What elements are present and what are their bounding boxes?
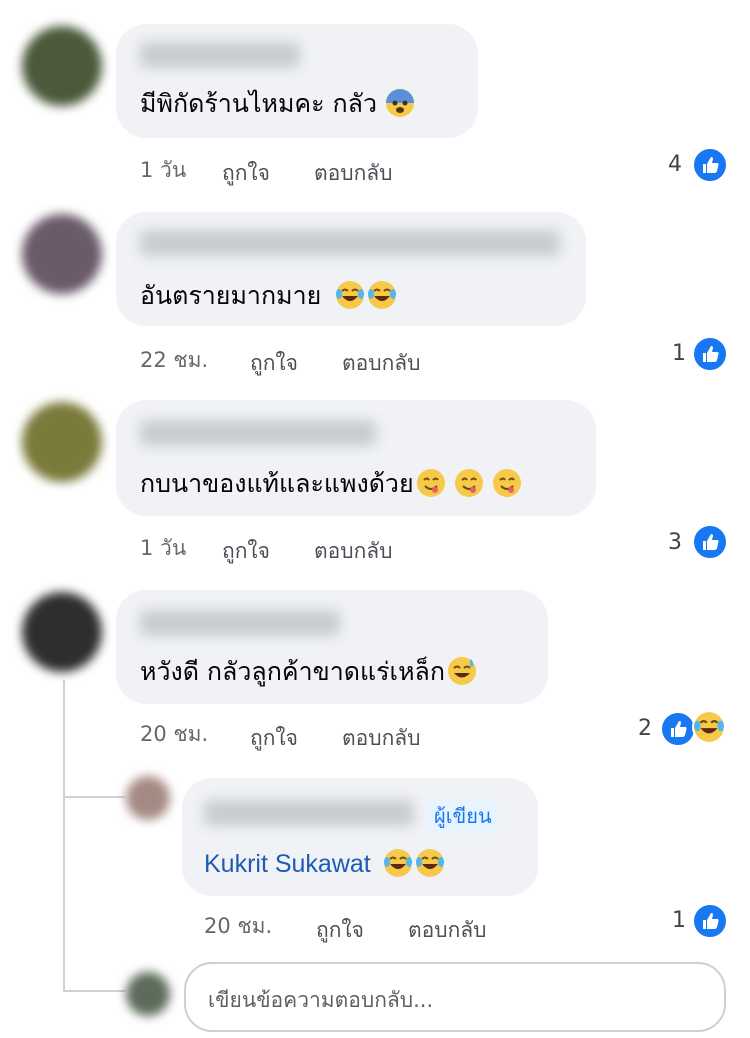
commenter-name[interactable] [140, 42, 300, 68]
reply-text: Kukrit Sukawat [204, 848, 445, 879]
reply-button[interactable]: ตอบกลับ [342, 347, 421, 380]
comment-time: 20 ชม. [140, 722, 209, 746]
like-button[interactable]: ถูกใจ [222, 157, 270, 190]
like-reaction-icon[interactable] [692, 524, 728, 560]
reaction-count[interactable]: 3 [668, 530, 682, 555]
reply-button[interactable]: ตอบกลับ [408, 914, 487, 947]
laughing-face-icon [367, 280, 397, 310]
like-button[interactable]: ถูกใจ [250, 347, 298, 380]
laughing-face-icon [383, 848, 413, 878]
avatar [126, 972, 170, 1016]
yum-face-icon [492, 468, 522, 498]
laughing-reaction-icon[interactable] [692, 710, 726, 744]
like-reaction-icon[interactable] [660, 711, 696, 747]
reply-time: 20 ชม. [204, 914, 273, 938]
thread-line [63, 680, 65, 992]
avatar[interactable] [22, 402, 102, 482]
commenter-name[interactable] [140, 230, 560, 256]
mention-link[interactable]: Kukrit Sukawat [204, 850, 371, 878]
like-button[interactable]: ถูกใจ [250, 722, 298, 755]
commenter-name[interactable] [140, 610, 340, 636]
thread-branch-reply [63, 796, 125, 798]
avatar[interactable] [22, 214, 102, 294]
comment-time: 22 ชม. [140, 348, 209, 372]
like-reaction-icon[interactable] [692, 336, 728, 372]
yum-face-icon [454, 468, 484, 498]
like-button[interactable]: ถูกใจ [222, 535, 270, 568]
laughing-face-icon [415, 848, 445, 878]
comment-time: 1 วัน [140, 158, 187, 182]
comment-text: มีพิกัดร้านไหมคะ กลัว [140, 88, 415, 119]
comment-text: กบนาของแท้และแพงด้วย [140, 468, 522, 499]
comment-text: อันตรายมากมาย [140, 280, 397, 311]
reaction-count[interactable]: 4 [668, 152, 682, 177]
reply-input[interactable]: เขียนข้อความตอบกลับ... [184, 962, 726, 1032]
like-reaction-icon[interactable] [692, 903, 728, 939]
avatar[interactable] [22, 592, 102, 672]
reaction-count[interactable]: 1 [672, 908, 686, 933]
avatar[interactable] [22, 26, 102, 106]
grinning-sweat-face-icon [447, 656, 477, 686]
commenter-name[interactable] [140, 420, 376, 446]
laughing-face-icon [335, 280, 365, 310]
reply-button[interactable]: ตอบกลับ [314, 157, 393, 190]
like-reaction-icon[interactable] [692, 147, 728, 183]
reaction-count[interactable]: 1 [672, 341, 686, 366]
author-badge: ผู้เขียน [428, 798, 498, 834]
comment-time: 1 วัน [140, 536, 187, 560]
reaction-count[interactable]: 2 [638, 716, 652, 741]
yum-face-icon [416, 468, 446, 498]
reply-input-placeholder: เขียนข้อความตอบกลับ... [208, 988, 434, 1012]
comment-text: หวังดี กลัวลูกค้าขาดแร่เหล็ก [140, 656, 477, 687]
reply-author-name[interactable] [204, 800, 414, 826]
thread-branch-input [63, 990, 125, 992]
avatar[interactable] [126, 776, 170, 820]
fearful-face-icon [385, 88, 415, 118]
reply-button[interactable]: ตอบกลับ [314, 535, 393, 568]
like-button[interactable]: ถูกใจ [316, 914, 364, 947]
reply-button[interactable]: ตอบกลับ [342, 722, 421, 755]
